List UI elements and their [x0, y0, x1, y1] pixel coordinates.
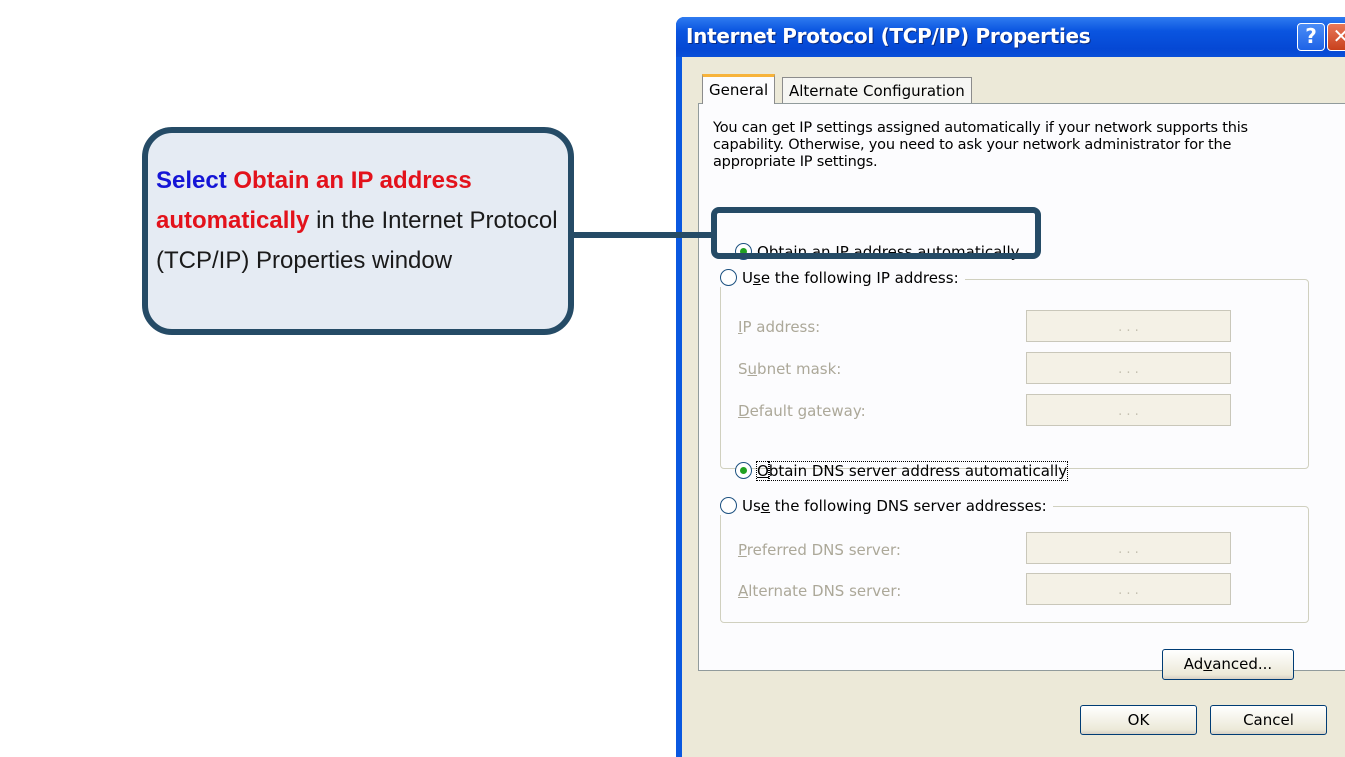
default-gateway-label: Default gateway: [738, 402, 866, 420]
preferred-dns-label: Preferred DNS server: [738, 541, 901, 559]
help-icon[interactable]: ? [1297, 23, 1325, 51]
radio-unselected-icon [720, 497, 737, 514]
obtain-ip-highlight-box [711, 207, 1041, 259]
tab-general[interactable]: General [702, 74, 776, 104]
preferred-dns-field: . . . [1026, 532, 1231, 564]
callout-connector [574, 232, 711, 238]
tcpip-properties-window: Internet Protocol (TCP/IP) Properties ? … [676, 17, 1345, 757]
alternate-dns-field: . . . [1026, 573, 1231, 605]
window-title: Internet Protocol (TCP/IP) Properties [686, 24, 1091, 48]
instruction-callout: Select Obtain an IP address automaticall… [142, 127, 574, 335]
tab-alternate-configuration[interactable]: Alternate Configuration [782, 77, 972, 104]
title-bar[interactable]: Internet Protocol (TCP/IP) Properties ? … [676, 17, 1345, 57]
description-text: You can get IP settings assigned automat… [713, 120, 1248, 170]
radio-unselected-icon [720, 269, 737, 286]
dialog-client-area: General Alternate Configuration You can … [682, 57, 1345, 757]
subnet-mask-field: . . . [1026, 352, 1231, 384]
advanced-button[interactable]: Advanced... [1162, 649, 1294, 680]
radio-use-following-ip[interactable]: Use the following IP address: [720, 269, 965, 287]
close-icon[interactable]: ✕ [1327, 23, 1345, 51]
ip-address-field: . . . [1026, 310, 1231, 342]
cancel-button[interactable]: Cancel [1210, 705, 1327, 735]
radio-use-following-dns[interactable]: Use the following DNS server addresses: [720, 497, 1053, 515]
radio-selected-icon [735, 462, 752, 479]
ip-address-label: IP address: [738, 318, 821, 336]
ok-button[interactable]: OK [1080, 705, 1197, 735]
subnet-mask-label: Subnet mask: [738, 360, 842, 378]
radio-obtain-dns-auto[interactable]: Obtain DNS server address automatically [735, 461, 1069, 481]
alternate-dns-label: Alternate DNS server: [738, 582, 902, 600]
default-gateway-field: . . . [1026, 394, 1231, 426]
dns-server-group [720, 506, 1309, 623]
